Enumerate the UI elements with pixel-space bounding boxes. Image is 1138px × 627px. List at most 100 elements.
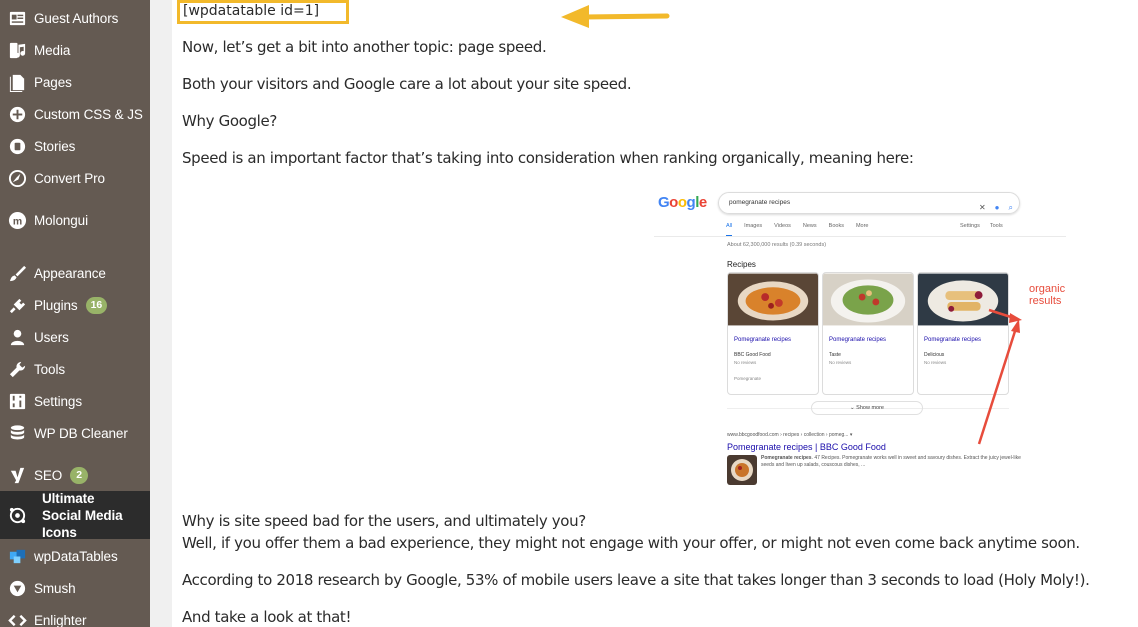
- guest-authors-icon: [0, 9, 34, 28]
- sidebar-item-appearance[interactable]: Appearance: [0, 257, 150, 289]
- paragraph-take-a-look: And take a look at that!: [182, 608, 352, 626]
- settings-icon: [0, 392, 34, 411]
- recipe-card-source: BBC Good Food: [734, 352, 771, 358]
- yellow-arrow-icon: [561, 5, 670, 28]
- result-stats: About 62,300,000 results (0.39 seconds): [727, 242, 827, 248]
- sidebar-item-label: Settings: [34, 393, 82, 409]
- sidebar-item-molongui[interactable]: m Molongui: [0, 204, 150, 236]
- recipe-image: [823, 273, 913, 326]
- stories-icon: [0, 137, 34, 156]
- google-settings: Settings: [960, 223, 980, 229]
- mic-icon: ●: [994, 203, 1000, 212]
- recipe-card-reviews: No reviews: [829, 360, 852, 365]
- sidebar-item-label: Molongui: [34, 212, 88, 228]
- sidebar-item-plugins[interactable]: Plugins 16: [0, 289, 150, 321]
- recipe-card-title: Pomegranate recipes: [734, 337, 792, 343]
- sidebar-item-guest-authors[interactable]: Guest Authors: [0, 2, 150, 34]
- paragraph-bad-experience: Well, if you offer them a bad experience…: [182, 534, 1080, 552]
- content-gutter: [150, 0, 172, 627]
- sidebar-item-label: Guest Authors: [34, 10, 119, 26]
- recipes-heading: Recipes: [727, 260, 756, 269]
- result-thumbnail: [727, 455, 757, 485]
- sidebar-item-users[interactable]: Users: [0, 321, 150, 353]
- sidebar-item-convert-pro[interactable]: Convert Pro: [0, 162, 150, 194]
- recipe-card-reviews: No reviews: [734, 360, 757, 365]
- sidebar-item-seo[interactable]: SEO 2: [0, 459, 150, 491]
- recipe-image: [918, 273, 1008, 326]
- compass-icon: [0, 169, 34, 188]
- sidebar-item-label: Users: [34, 329, 69, 345]
- sidebar-item-settings[interactable]: Settings: [0, 385, 150, 417]
- show-more-label: Show more: [856, 405, 884, 411]
- sidebar-item-label: Tools: [34, 361, 66, 377]
- users-icon: [0, 328, 34, 347]
- paintbrush-icon: [0, 264, 34, 283]
- wpdatatables-icon: [0, 547, 34, 566]
- paragraph-visitors: Both your visitors and Google care a lot…: [182, 75, 632, 93]
- code-icon: [0, 611, 34, 627]
- paragraph-page-speed: Now, let’s get a bit into another topic:…: [182, 38, 547, 56]
- yoast-icon: [0, 466, 34, 485]
- sidebar-item-enlighter[interactable]: Enlighter: [0, 604, 150, 627]
- google-tools: Settings Tools: [960, 223, 1003, 229]
- google-tab-more: More: [855, 223, 869, 229]
- sidebar-item-label: Ultimate Social Media Icons: [42, 490, 123, 540]
- recipe-image: [728, 273, 818, 326]
- google-tabs: All Images Videos News Books More: [726, 223, 868, 236]
- recipe-card: Pomegranate recipes BBC Good Food No rev…: [727, 272, 819, 395]
- google-tab-videos: Videos: [774, 223, 791, 229]
- database-icon: [0, 424, 34, 443]
- result-cite: www.bbcgoodfood.com › recipes › collecti…: [727, 432, 853, 438]
- sidebar-item-ultimate-social-media-icons[interactable]: Ultimate Social Media Icons: [0, 490, 150, 540]
- sidebar-item-label: Stories: [34, 138, 76, 154]
- plug-icon: [0, 296, 34, 315]
- sidebar-item-tools[interactable]: Tools: [0, 353, 150, 385]
- sidebar-item-custom-css-js[interactable]: Custom CSS & JS: [0, 98, 150, 130]
- google-logo: Google: [658, 194, 707, 211]
- svg-text:m: m: [12, 216, 21, 227]
- google-tab-news: News: [802, 223, 817, 229]
- sidebar-item-label: Plugins: [34, 297, 78, 313]
- sidebar-item-pages[interactable]: Pages: [0, 66, 150, 98]
- sidebar-item-label: Convert Pro: [34, 170, 105, 186]
- clear-icon: ✕: [978, 203, 986, 212]
- recipe-card-reviews: No reviews: [924, 360, 947, 365]
- search-query: pomegranate recipes: [729, 199, 791, 206]
- sidebar-item-media[interactable]: Media: [0, 34, 150, 66]
- sidebar-item-wpdatatables[interactable]: wpDataTables: [0, 540, 150, 572]
- recipe-card-source: Delicious: [924, 352, 945, 358]
- count-badge: 16: [85, 296, 108, 314]
- post-content: [wpdatatable id=1] Now, let’s get a bit …: [172, 0, 1138, 627]
- result-title: Pomegranate recipes | BBC Good Food: [727, 442, 886, 452]
- shortcode-highlight: [wpdatatable id=1]: [177, 0, 349, 24]
- sidebar-item-label: Custom CSS & JS: [34, 106, 143, 122]
- google-search-box: pomegranate recipes ✕ ● ⌕: [718, 192, 1020, 214]
- paragraph-why-bad: Why is site speed bad for the users, and…: [182, 512, 586, 530]
- paragraph-research: According to 2018 research by Google, 53…: [182, 571, 1090, 589]
- google-results-screenshot: Google pomegranate recipes ✕ ● ⌕ All Ima…: [654, 182, 1084, 492]
- sidebar-item-label: wpDataTables: [34, 548, 118, 564]
- sidebar-item-smush[interactable]: Smush: [0, 572, 150, 604]
- sidebar-item-label: Appearance: [34, 265, 106, 281]
- search-icon: ⌕: [1008, 203, 1013, 212]
- google-tab-all: All: [726, 223, 733, 236]
- recipe-card: Pomegranate recipes Delicious No reviews: [917, 272, 1009, 395]
- media-icon: [0, 41, 34, 60]
- molongui-icon: m: [0, 211, 34, 230]
- sidebar-item-label: Enlighter: [34, 612, 87, 627]
- google-tab-images: Images: [744, 223, 763, 229]
- sidebar-item-label: Smush: [34, 580, 76, 596]
- sidebar-item-label: SEO: [34, 467, 63, 483]
- organic-results-annotation: organic results: [1029, 283, 1066, 307]
- paragraph-speed-factor: Speed is an important factor that’s taki…: [182, 149, 914, 167]
- wrench-icon: [0, 360, 34, 379]
- divider: [654, 236, 1066, 237]
- admin-sidebar: Guest Authors Media Pages Custom CSS & JS St…: [0, 0, 150, 627]
- sidebar-item-label: Pages: [34, 74, 72, 90]
- pages-icon: [0, 73, 34, 92]
- sidebar-item-label: WP DB Cleaner: [34, 425, 128, 441]
- sidebar-item-wp-db-cleaner[interactable]: WP DB Cleaner: [0, 417, 150, 449]
- sidebar-item-stories[interactable]: Stories: [0, 130, 150, 162]
- show-more-button: ⌄ Show more: [811, 401, 923, 415]
- result-snippet: Pomegranate recipes. 47 Recipes. Pomegra…: [761, 455, 1021, 469]
